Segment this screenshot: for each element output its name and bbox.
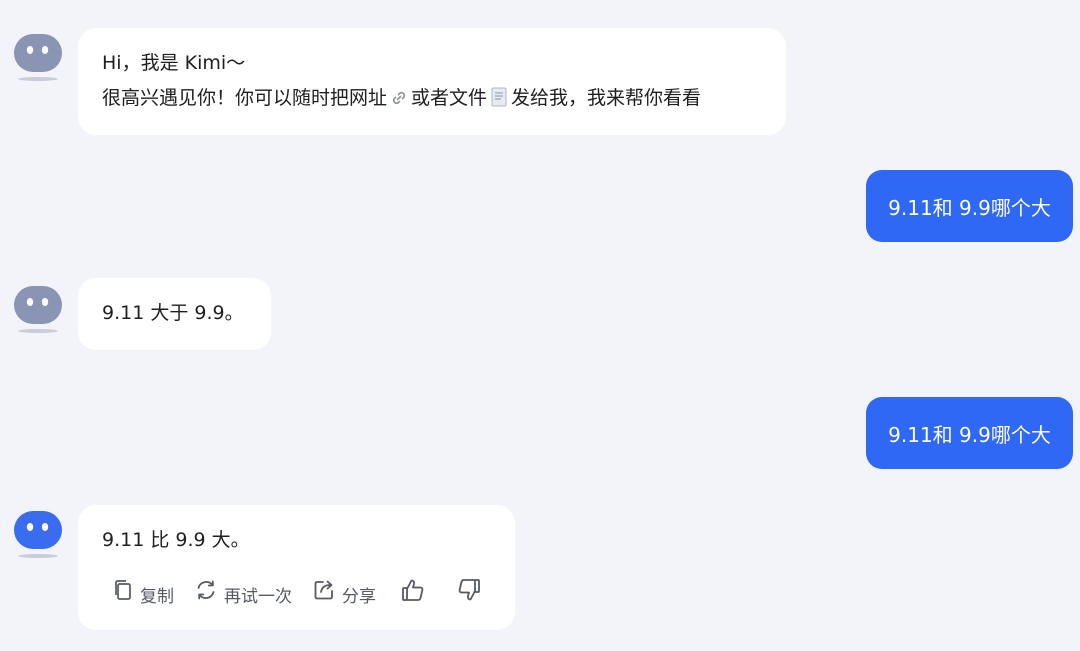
- bot-message-greeting: Hi，我是 Kimi～ 很高兴遇见你！你可以随时把网址 或者文件 发给我，我来帮你看…: [78, 28, 786, 135]
- bot-message-latest: 9.11 比 9.9 大。 复制 再试一次 分享: [78, 505, 515, 630]
- bot-message: 9.11 大于 9.9。: [78, 278, 271, 350]
- file-icon: [490, 84, 508, 119]
- thumbs-up-icon: [400, 577, 432, 616]
- kimi-avatar: [12, 30, 64, 82]
- copy-icon: [112, 578, 140, 615]
- bot-answer-text: 9.11 大于 9.9。: [102, 302, 244, 324]
- user-message: 9.11和 9.9哪个大: [866, 397, 1073, 469]
- retry-button[interactable]: 再试一次: [194, 578, 292, 615]
- copy-label: 复制: [140, 586, 174, 607]
- dislike-button[interactable]: [456, 577, 488, 616]
- thumbs-down-icon: [456, 577, 488, 616]
- copy-button[interactable]: 复制: [112, 578, 174, 615]
- message-actions: 复制 再试一次 分享: [112, 577, 488, 616]
- greeting-line-2: 很高兴遇见你！你可以随时把网址 或者文件 发给我，我来帮你看看: [102, 81, 762, 119]
- share-icon: [312, 578, 342, 615]
- kimi-avatar: [12, 507, 64, 559]
- share-label: 分享: [342, 586, 376, 607]
- greeting-line-1: Hi，我是 Kimi～: [102, 52, 246, 74]
- bot-answer-text: 9.11 比 9.9 大。: [102, 529, 250, 551]
- user-message: 9.11和 9.9哪个大: [866, 170, 1073, 242]
- like-button[interactable]: [400, 577, 432, 616]
- share-button[interactable]: 分享: [312, 578, 376, 615]
- kimi-avatar: [12, 282, 64, 334]
- refresh-icon: [194, 578, 224, 615]
- retry-label: 再试一次: [224, 586, 292, 607]
- link-icon: [390, 84, 408, 119]
